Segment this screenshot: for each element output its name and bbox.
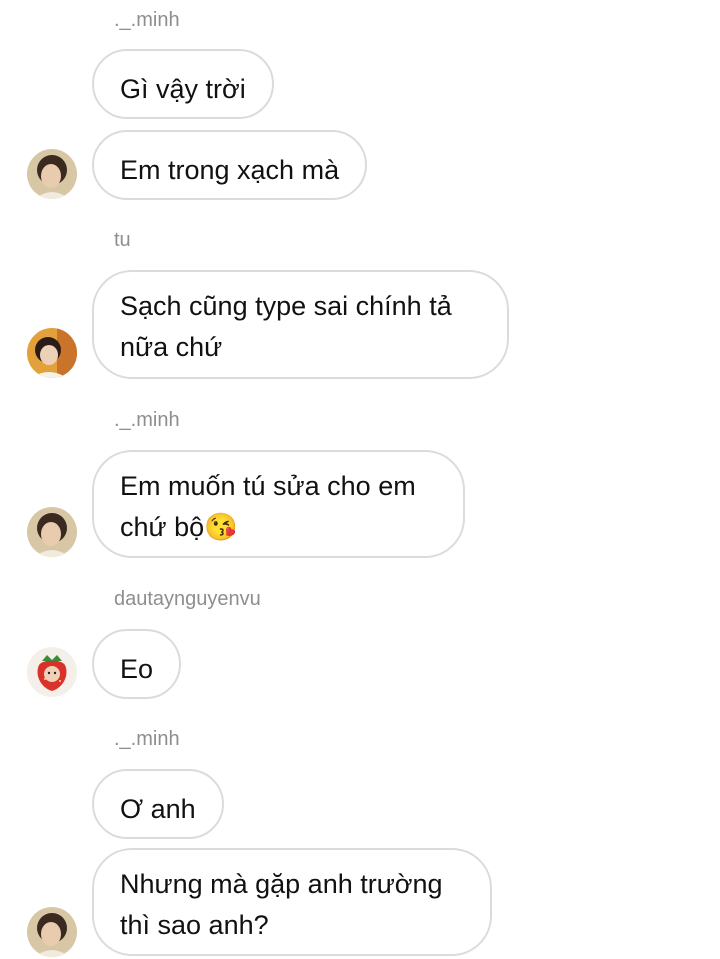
sender-name: tu bbox=[114, 229, 131, 251]
message-text: Ơ anh bbox=[120, 794, 196, 824]
message-bubble[interactable]: Ơ anh bbox=[92, 769, 224, 839]
sender-name: ._.minh bbox=[114, 9, 180, 31]
message-text: Nhưng mà gặp anh trường thì sao anh? bbox=[120, 869, 443, 940]
message-bubble[interactable]: Gì vậy trời bbox=[92, 49, 274, 119]
message-bubble[interactable]: Em trong xạch mà bbox=[92, 130, 368, 200]
message-text: Gì vậy trời bbox=[120, 74, 246, 104]
sender-name: ._.minh bbox=[114, 728, 180, 750]
sender-name: ._.minh bbox=[114, 409, 180, 431]
message-text: Eo bbox=[120, 654, 154, 684]
tu-avatar-icon[interactable] bbox=[27, 328, 77, 378]
sender-name: dautaynguyenvu bbox=[114, 588, 261, 610]
message-bubble[interactable]: Em muốn tú sửa cho em chứ bộ😘 bbox=[92, 450, 465, 558]
minh-avatar-icon[interactable] bbox=[27, 507, 77, 557]
message-text: Em muốn tú sửa cho em chứ bộ😘 bbox=[120, 471, 416, 542]
message-text: Em trong xạch mà bbox=[120, 155, 340, 185]
strawberry-avatar-icon[interactable] bbox=[27, 647, 77, 697]
minh-avatar-icon[interactable] bbox=[27, 149, 77, 199]
message-bubble[interactable]: Nhưng mà gặp anh trường thì sao anh? bbox=[92, 848, 492, 956]
message-bubble[interactable]: Eo bbox=[92, 629, 182, 699]
message-bubble[interactable]: Sạch cũng type sai chính tả nữa chứ bbox=[92, 270, 509, 379]
message-text: Sạch cũng type sai chính tả nữa chứ bbox=[120, 291, 452, 362]
minh-avatar-icon[interactable] bbox=[27, 907, 77, 957]
